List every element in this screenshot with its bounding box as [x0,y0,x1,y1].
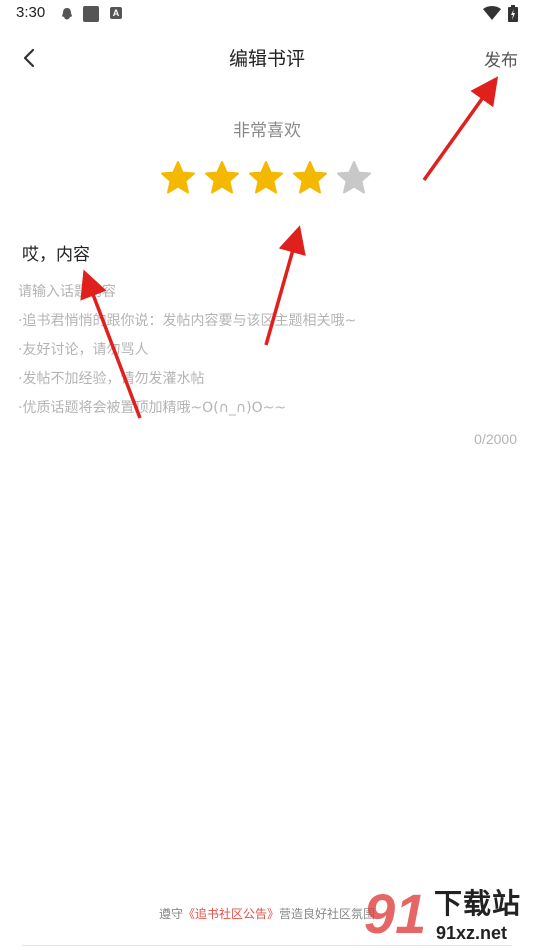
qq-icon [62,8,72,20]
char-count: 0/2000 [474,431,517,447]
content-input[interactable]: 请输入话题内容 ·追书君悄悄的跟你说：发帖内容要与该区主题相关哦~ ·友好讨论，请勿… [18,278,518,423]
site-watermark: 91 下载站 91xz.net [356,882,534,950]
rating-label: 非常喜欢 [233,121,301,141]
notice-prefix: 遵守 [158,907,183,921]
title-input[interactable]: 哎，内容 [22,240,90,265]
wifi-icon [483,6,501,20]
placeholder-line: ·友好讨论，请勿骂人 [18,342,149,358]
watermark-url: 91xz.net [436,923,508,943]
publish-button[interactable]: 发布 [484,46,518,71]
a-icon: A [110,7,122,19]
star-empty-icon-5[interactable] [336,160,372,196]
placeholder-line: ·优质话题将会被置顶加精哦~O(∩_∩)O~~ [18,400,287,416]
placeholder-line: ·发帖不加经验，请勿发灌水帖 [18,371,205,387]
star-filled-icon-4[interactable] [292,160,328,196]
status-bar: 3:30 A [0,0,534,28]
star-filled-icon-2[interactable] [204,160,240,196]
watermark-cn-text: 下载站 [434,887,522,920]
notification-square-icon [83,6,99,22]
header-bar: 编辑书评 发布 [0,36,534,80]
placeholder-line: ·追书君悄悄的跟你说：发帖内容要与该区主题相关哦~ [18,313,357,329]
annotation-arrows [80,76,499,419]
placeholder-line: 请输入话题内容 [18,284,116,300]
star-filled-icon-3[interactable] [248,160,284,196]
status-time: 3:30 [16,4,46,21]
battery-icon [508,5,518,22]
page-title: 编辑书评 [228,48,305,70]
community-rules-link[interactable]: 《追书社区公告》 [183,907,279,921]
watermark-logo-number: 91 [364,882,427,945]
star-rating[interactable] [160,160,376,198]
star-filled-icon-1[interactable] [160,160,196,196]
